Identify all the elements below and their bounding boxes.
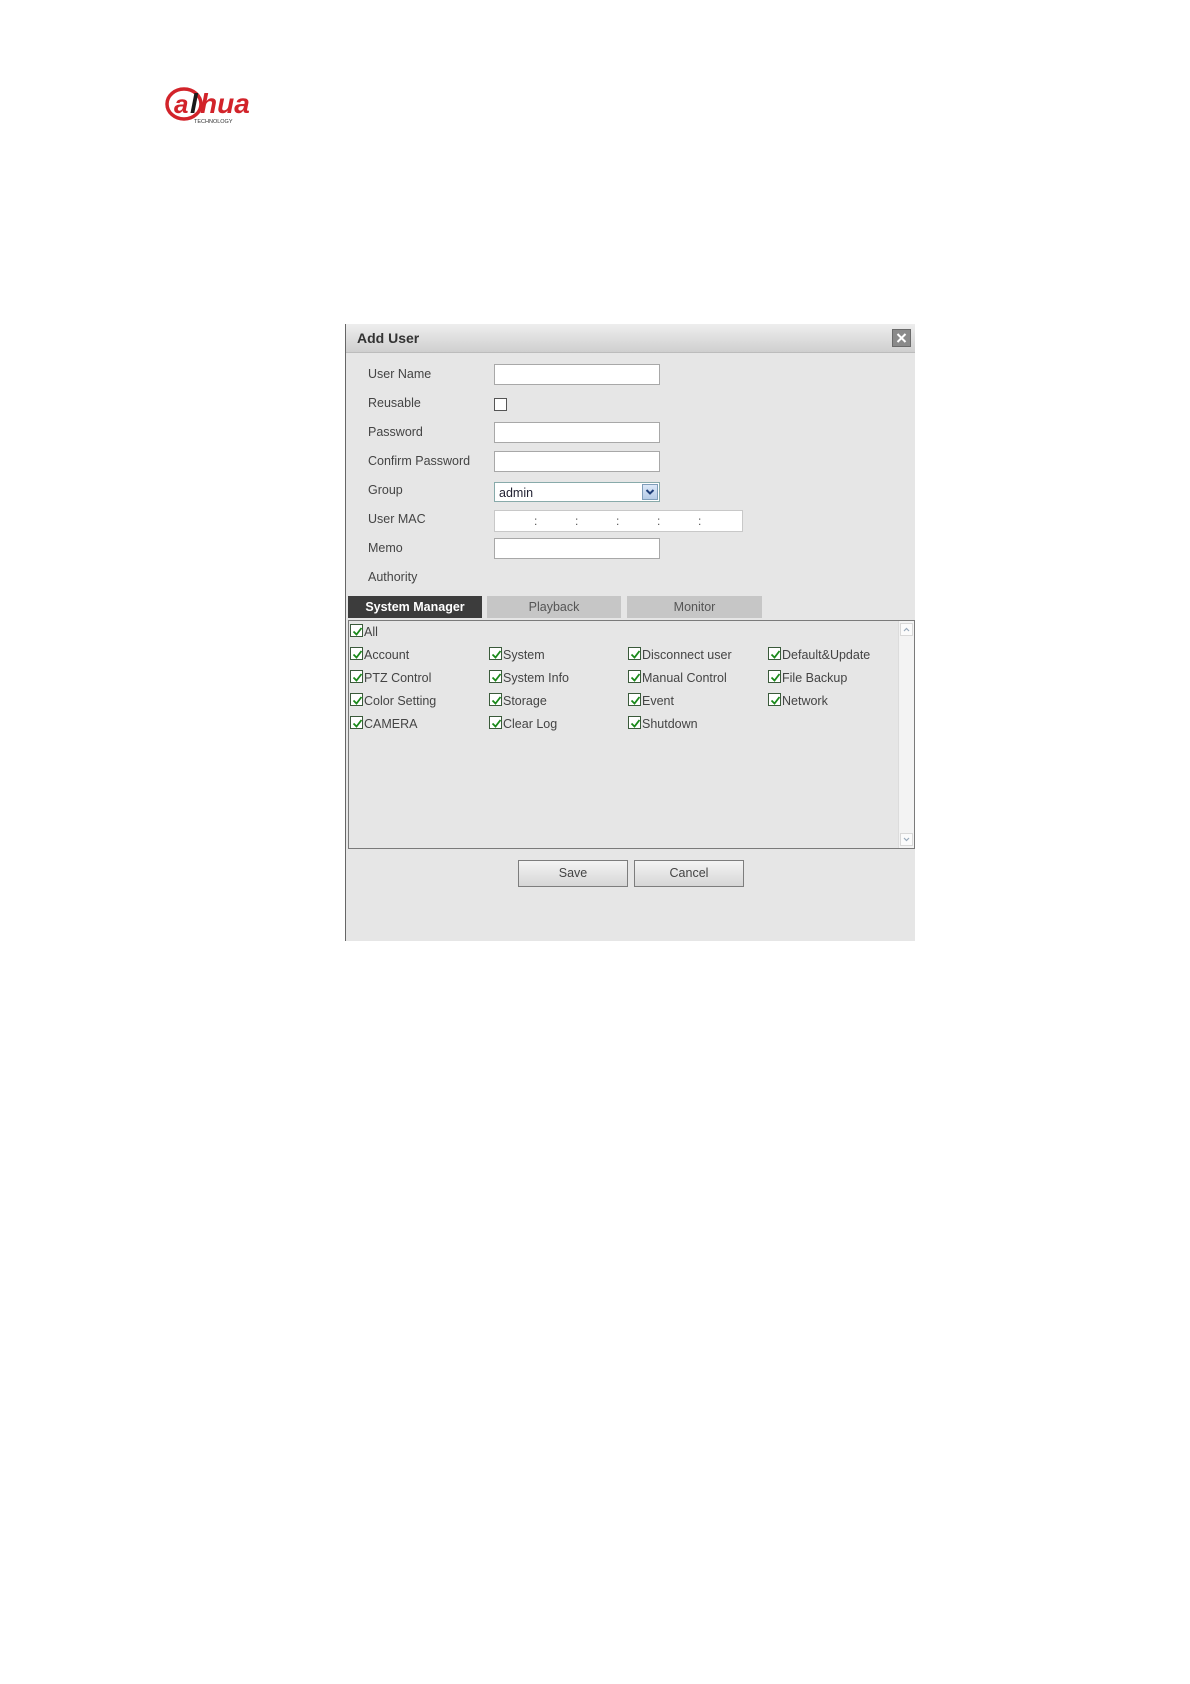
checkmark-icon — [491, 673, 502, 682]
checkmark-icon — [352, 719, 363, 728]
reusable-checkbox[interactable] — [494, 398, 507, 411]
mac-separator: : — [616, 514, 620, 528]
user-name-input[interactable] — [494, 364, 660, 385]
checkmark-icon — [770, 673, 781, 682]
permission-label: Shutdown — [642, 717, 698, 731]
permission-label: System — [503, 648, 545, 662]
dialog-title: Add User — [357, 330, 420, 346]
password-label: Password — [368, 425, 423, 439]
checkmark-icon — [491, 696, 502, 705]
group-select[interactable]: admin — [494, 482, 660, 502]
permission-label: PTZ Control — [364, 671, 432, 685]
checkbox-checked[interactable] — [628, 647, 641, 660]
checkbox-checked[interactable] — [489, 716, 502, 729]
checkmark-icon — [630, 696, 641, 705]
memo-label: Memo — [368, 541, 403, 555]
reusable-label: Reusable — [368, 396, 421, 410]
save-button[interactable]: Save — [518, 860, 628, 887]
permission-label: Network — [782, 694, 828, 708]
permission-label: Color Setting — [364, 694, 437, 708]
permission-label: All — [364, 625, 378, 639]
permission-label: System Info — [503, 671, 569, 685]
confirm-password-input[interactable] — [494, 451, 660, 472]
password-input[interactable] — [494, 422, 660, 443]
dropdown-arrow-button[interactable] — [642, 484, 658, 500]
checkbox-checked[interactable] — [350, 670, 363, 683]
checkbox-checked[interactable] — [768, 670, 781, 683]
checkmark-icon — [630, 650, 641, 659]
user-mac-input[interactable]: : : : : : — [494, 510, 743, 532]
checkmark-icon — [770, 696, 781, 705]
checkbox-checked[interactable] — [350, 624, 363, 637]
checkbox-checked[interactable] — [628, 716, 641, 729]
chevron-down-icon — [903, 837, 910, 842]
authority-label: Authority — [368, 570, 418, 584]
scroll-down-button[interactable] — [900, 833, 913, 846]
chevron-down-icon — [645, 489, 655, 495]
scroll-up-button[interactable] — [900, 623, 913, 636]
confirm-password-label: Confirm Password — [368, 454, 471, 468]
permission-label: CAMERA — [364, 717, 418, 731]
user-mac-label: User MAC — [368, 512, 426, 526]
cancel-button[interactable]: Cancel — [634, 860, 744, 887]
checkbox-checked[interactable] — [350, 693, 363, 706]
mac-separator: : — [657, 514, 661, 528]
svg-text:a: a — [174, 89, 188, 119]
permission-label: Storage — [503, 694, 547, 708]
svg-text:TECHNOLOGY: TECHNOLOGY — [194, 119, 233, 125]
checkbox-checked[interactable] — [628, 693, 641, 706]
checkbox-checked[interactable] — [628, 670, 641, 683]
tab-monitor[interactable]: Monitor — [627, 596, 762, 618]
group-label: Group — [368, 483, 403, 497]
checkbox-checked[interactable] — [768, 693, 781, 706]
checkmark-icon — [352, 627, 363, 636]
checkbox-checked[interactable] — [489, 693, 502, 706]
checkbox-checked[interactable] — [489, 670, 502, 683]
checkbox-checked[interactable] — [768, 647, 781, 660]
dialog-titlebar[interactable]: Add User — [346, 324, 915, 353]
checkmark-icon — [352, 673, 363, 682]
add-user-dialog: Add User User Name Reusable Password Con… — [345, 324, 915, 941]
svg-text:hua: hua — [200, 88, 250, 119]
checkmark-icon — [491, 719, 502, 728]
permission-label: Account — [364, 648, 410, 662]
vertical-scrollbar[interactable] — [898, 621, 914, 848]
checkmark-icon — [630, 673, 641, 682]
permission-label: Manual Control — [642, 671, 727, 685]
close-icon — [896, 333, 907, 343]
user-name-label: User Name — [368, 367, 432, 381]
checkmark-icon — [352, 650, 363, 659]
tab-playback[interactable]: Playback — [487, 596, 621, 618]
permission-label: Disconnect user — [642, 648, 732, 662]
checkbox-checked[interactable] — [350, 716, 363, 729]
checkbox-checked[interactable] — [489, 647, 502, 660]
authority-panel: All Account System Disconnect user Defau… — [348, 620, 915, 849]
chevron-up-icon — [903, 627, 910, 632]
checkmark-icon — [630, 719, 641, 728]
tab-system-manager[interactable]: System Manager — [348, 596, 482, 618]
permission-label: File Backup — [782, 671, 848, 685]
checkmark-icon — [352, 696, 363, 705]
checkmark-icon — [770, 650, 781, 659]
mac-separator: : — [575, 514, 579, 528]
checkbox-checked[interactable] — [350, 647, 363, 660]
group-select-value: admin — [499, 486, 534, 500]
mac-separator: : — [534, 514, 538, 528]
dahua-logo: a l hua TECHNOLOGY — [164, 86, 288, 126]
permission-label: Default&Update — [782, 648, 871, 662]
memo-input[interactable] — [494, 538, 660, 559]
close-button[interactable] — [892, 329, 911, 347]
svg-text:l: l — [190, 88, 199, 119]
mac-separator: : — [698, 514, 702, 528]
checkmark-icon — [491, 650, 502, 659]
permission-label: Event — [642, 694, 674, 708]
permission-label: Clear Log — [503, 717, 558, 731]
